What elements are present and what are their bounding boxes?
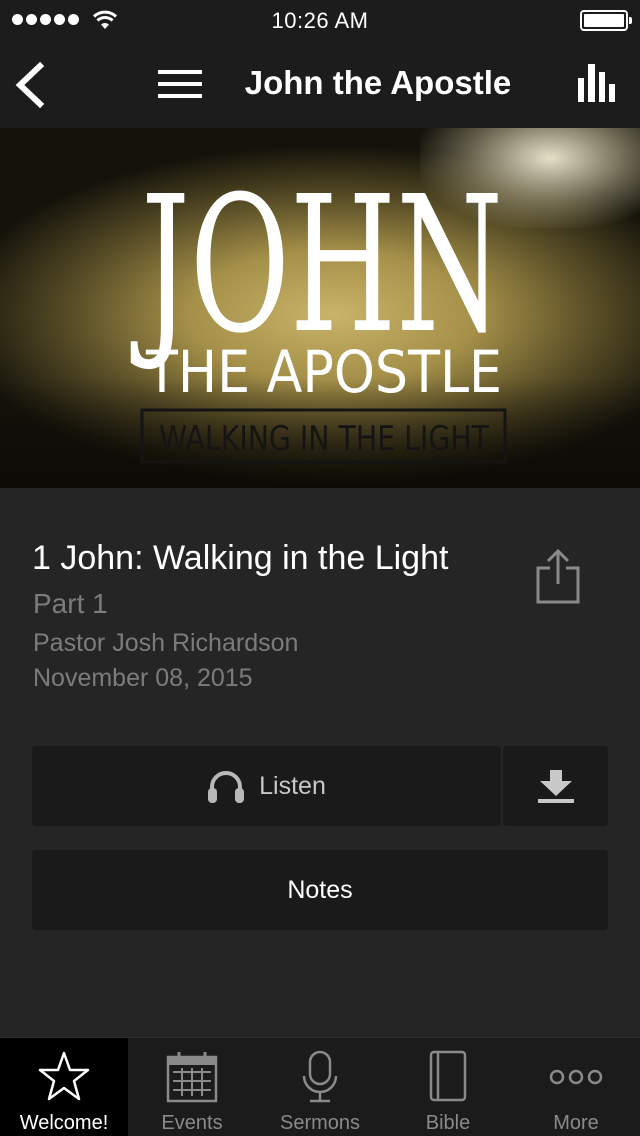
bar-chart-icon[interactable]	[578, 64, 618, 104]
notes-button[interactable]: Notes	[32, 850, 608, 930]
tab-bar: Welcome! Events Sermons Bible More	[0, 1037, 640, 1136]
sermon-speaker: Pastor Josh Richardson	[33, 629, 299, 657]
calendar-icon	[166, 1052, 218, 1103]
tab-welcome[interactable]: Welcome!	[0, 1038, 128, 1136]
notes-label: Notes	[287, 875, 353, 904]
battery-icon	[580, 10, 632, 31]
sermon-series-artwork: JOHN THE APOSTLE WALKING IN THE LIGHT	[0, 128, 640, 488]
sermon-title: 1 John: Walking in the Light	[32, 539, 449, 577]
navigation-bar: John the Apostle	[0, 40, 640, 128]
hamburger-menu-icon[interactable]	[158, 68, 202, 100]
art-line-the-apostle: THE APOSTLE	[145, 338, 502, 406]
listen-button[interactable]: Listen	[32, 746, 501, 826]
tab-label-bible: Bible	[425, 1112, 471, 1134]
tab-more[interactable]: More	[512, 1038, 640, 1136]
art-line-walking: WALKING IN THE LIGHT	[159, 419, 489, 459]
headphones-icon	[208, 771, 245, 803]
tab-label-welcome: Welcome!	[19, 1112, 109, 1134]
sermon-date: November 08, 2015	[33, 664, 253, 692]
star-icon	[38, 1051, 90, 1101]
page-title: John the Apostle	[244, 64, 512, 101]
back-chevron-icon[interactable]	[12, 62, 52, 108]
download-button[interactable]	[503, 746, 608, 826]
tab-label-sermons: Sermons	[279, 1112, 361, 1134]
book-icon	[429, 1050, 467, 1102]
status-bar: 10:26 AM	[0, 0, 640, 40]
tab-sermons[interactable]: Sermons	[256, 1038, 384, 1136]
tab-label-events: Events	[161, 1112, 223, 1134]
series-title-art: JOHN THE APOSTLE WALKING IN THE LIGHT	[131, 156, 507, 464]
tab-events[interactable]: Events	[128, 1038, 256, 1136]
microphone-icon	[302, 1050, 338, 1103]
listen-label: Listen	[259, 771, 326, 800]
tab-bible[interactable]: Bible	[384, 1038, 512, 1136]
sermon-part: Part 1	[33, 588, 108, 619]
status-time: 10:26 AM	[271, 8, 369, 33]
tab-label-more: More	[553, 1112, 599, 1134]
share-icon[interactable]	[534, 548, 582, 606]
download-icon	[538, 770, 574, 803]
more-icon	[549, 1069, 603, 1085]
